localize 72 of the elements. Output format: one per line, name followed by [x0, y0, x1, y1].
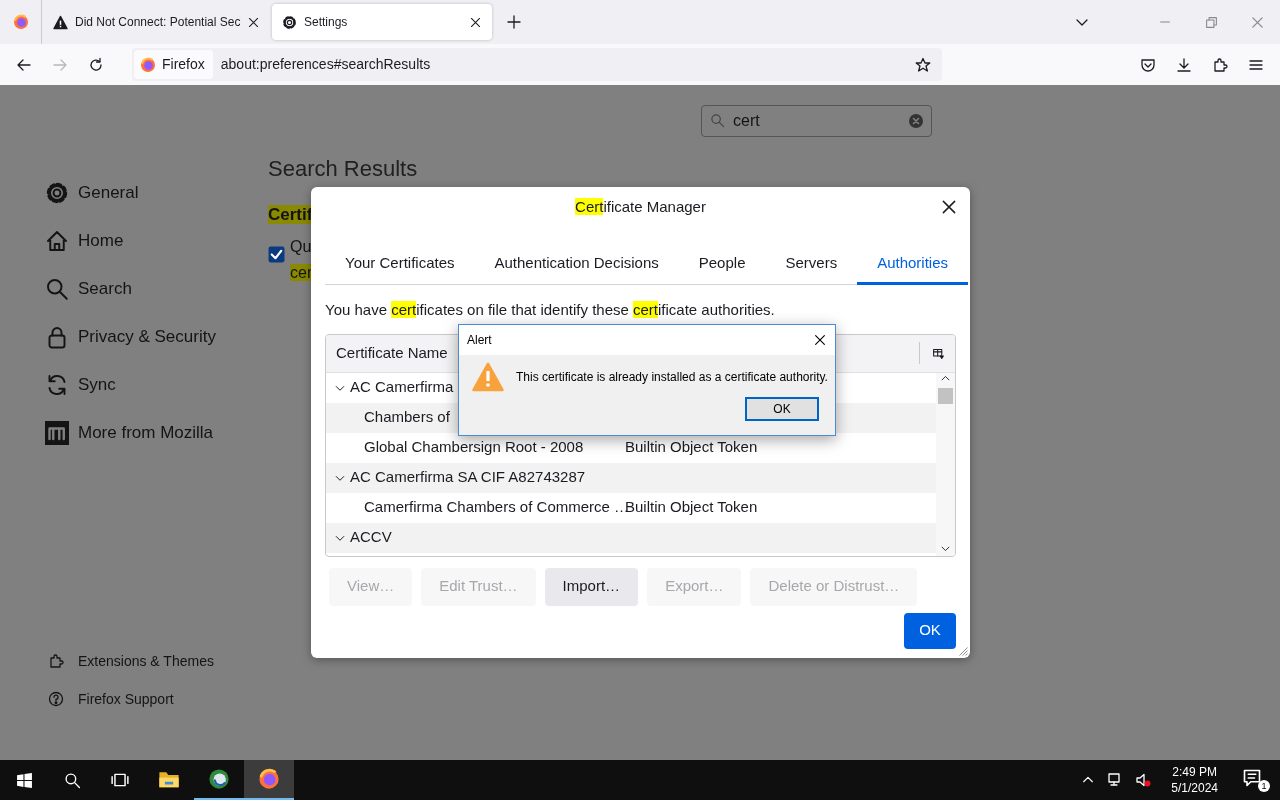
alert-title: Alert	[467, 332, 492, 349]
windows-logo-icon[interactable]	[15, 771, 33, 789]
muted-speaker-icon[interactable]	[1135, 772, 1152, 788]
clock[interactable]: 2:49 PM 5/1/2024	[1165, 764, 1224, 796]
puzzle-icon	[48, 653, 64, 669]
tree-group-label[interactable]: AC Camerfirma	[350, 376, 454, 399]
bookmark-star-icon[interactable]	[915, 56, 931, 73]
dialog-button[interactable]: Import…	[544, 567, 639, 606]
resize-grip-icon[interactable]	[956, 644, 968, 656]
tree-cell-text: Builtin Object Token	[625, 437, 758, 458]
home-icon	[45, 229, 69, 253]
close-icon[interactable]	[940, 198, 958, 216]
tree-group-label[interactable]: ACCV	[350, 526, 392, 549]
sidebar-item[interactable]: More from Mozilla	[45, 409, 268, 457]
firefox-icon	[258, 768, 280, 790]
mozilla-logo-icon	[45, 421, 69, 445]
close-icon[interactable]	[469, 15, 482, 29]
sidebar-item[interactable]: Sync	[45, 361, 268, 409]
dialog-tab[interactable]: People	[678, 244, 766, 285]
warning-icon	[53, 14, 68, 30]
checkbox[interactable]	[268, 245, 285, 263]
download-icon[interactable]	[1176, 56, 1192, 73]
identity-button[interactable]: Firefox	[134, 50, 213, 79]
sidebar-item[interactable]: General	[45, 169, 268, 217]
taskbar-app[interactable]	[244, 760, 294, 800]
browser-tab[interactable]: Settings	[272, 4, 492, 40]
help-icon	[48, 691, 64, 707]
ok-button[interactable]: OK	[904, 612, 956, 649]
pocket-icon[interactable]	[1140, 56, 1156, 73]
globe-icon	[208, 768, 230, 790]
dialog-tab[interactable]: Your Certificates	[325, 244, 475, 285]
ok-button[interactable]: OK	[745, 397, 819, 421]
sidebar-link[interactable]: Firefox Support	[45, 680, 268, 718]
notification-icon[interactable]	[1242, 768, 1262, 788]
gear-icon	[45, 181, 69, 205]
dialog-tab[interactable]: Authentication Decisions	[474, 244, 679, 285]
dialog-tab[interactable]: Servers	[765, 244, 858, 285]
sidebar-item[interactable]: Home	[45, 217, 268, 265]
sidebar-link[interactable]: Extensions & Themes	[45, 642, 268, 680]
column-picker-icon[interactable]	[931, 346, 945, 360]
search-field[interactable]: cert	[701, 105, 932, 137]
dialog-tab[interactable]: Authorities	[857, 244, 969, 285]
firefox-icon[interactable]	[12, 14, 29, 30]
gear-icon	[282, 14, 297, 30]
alert-message: This certificate is already installed as a certificate authority.	[516, 369, 828, 386]
close-icon[interactable]	[247, 15, 261, 29]
reload-icon[interactable]	[88, 56, 104, 73]
column-header[interactable]: Certificate Name	[336, 341, 448, 365]
description-text: You have certificates on file that identify these certificate authorities.	[325, 300, 776, 320]
search-icon[interactable]	[63, 771, 81, 789]
sidebar-item[interactable]: Privacy & Security	[45, 313, 268, 361]
checkbox-label: Qu cer	[290, 236, 313, 283]
search-icon	[710, 113, 725, 128]
tree-cell[interactable]: Global Chambersign Root - 2008	[364, 438, 584, 456]
restore-icon[interactable]	[1204, 15, 1218, 29]
page-heading: Search Results	[268, 156, 419, 182]
puzzle-icon[interactable]	[1212, 56, 1228, 73]
close-icon[interactable]	[813, 333, 827, 347]
sidebar-item[interactable]: Search	[45, 265, 268, 313]
scrollbar-thumb[interactable]	[938, 387, 953, 404]
new-tab-icon[interactable]	[506, 14, 522, 30]
url-text: about:preferences#searchResults	[220, 55, 432, 74]
warning-icon	[472, 361, 504, 393]
browser-tab[interactable]: Did Not Connect: Potential Sec	[43, 4, 268, 40]
firefox-icon	[140, 56, 156, 73]
task-view-icon[interactable]	[111, 771, 129, 789]
clear-icon[interactable]	[908, 113, 924, 129]
tree-cell-text: Builtin Object Token	[625, 497, 758, 518]
tree-cell[interactable]: Chambers of	[364, 408, 450, 426]
address-bar[interactable]: Firefox about:preferences#searchResults	[132, 48, 942, 81]
search-icon	[45, 277, 69, 301]
notification-count: 1	[1258, 780, 1270, 792]
